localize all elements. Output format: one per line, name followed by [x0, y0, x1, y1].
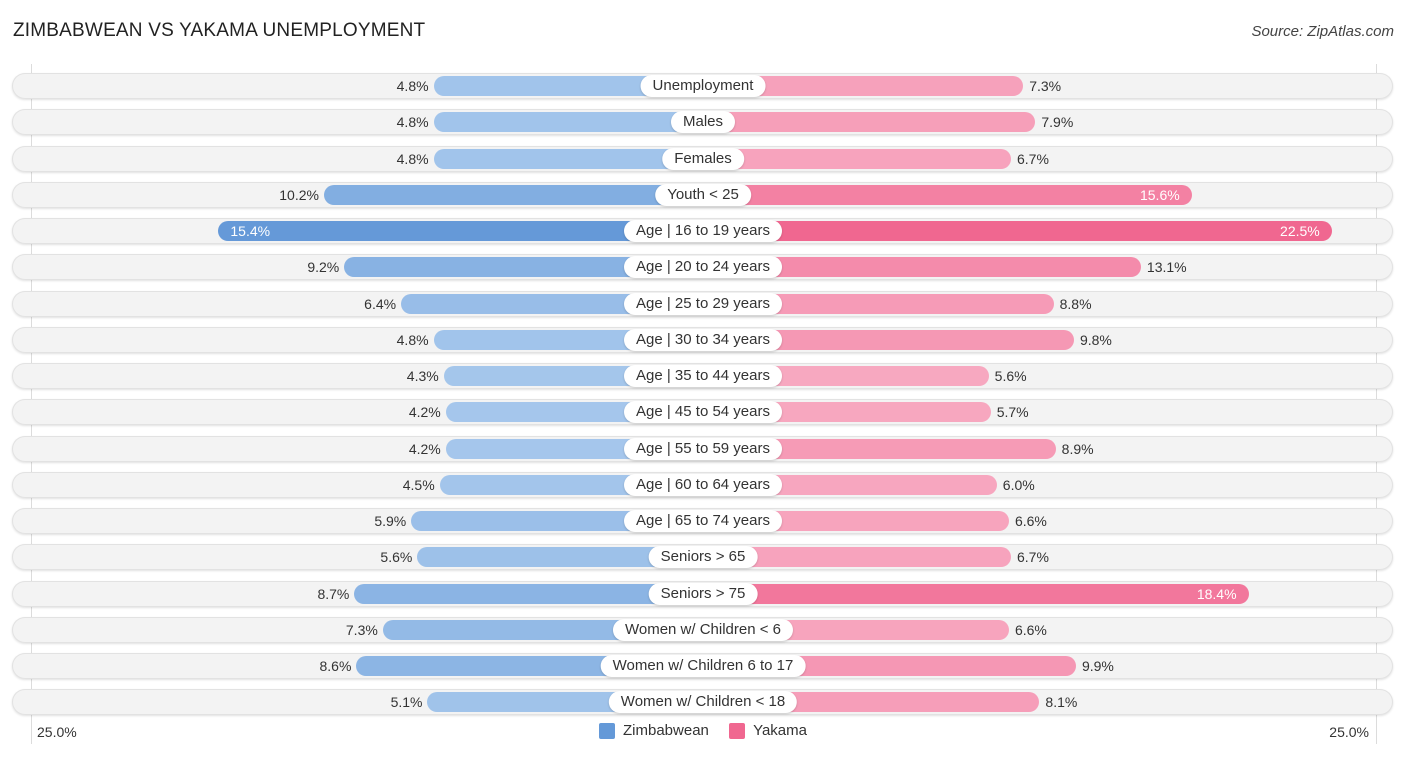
value-label-yakama: 7.3%: [1029, 78, 1062, 94]
value-label-zimbabwean: 4.8%: [396, 331, 429, 348]
bar-zimbabwean[interactable]: [433, 112, 703, 133]
value-label-zimbabwean: 7.3%: [345, 621, 378, 638]
legend-swatch-zimbabwean: [599, 722, 615, 739]
value-label-zimbabwean: 4.2%: [408, 404, 441, 421]
value-label-zimbabwean: 4.8%: [396, 114, 429, 131]
value-label-zimbabwean: 5.6%: [380, 549, 413, 566]
legend-label-zimbabwean: Zimbabwean: [623, 722, 709, 739]
category-label: Unemployment: [640, 75, 766, 97]
legend-item-zimbabwean[interactable]: Zimbabwean: [599, 722, 709, 739]
value-label-yakama: 6.7%: [1017, 150, 1049, 167]
category-label: Age | 60 to 64 years: [624, 473, 782, 496]
value-label-zimbabwean: 4.2%: [408, 440, 441, 457]
category-label: Males: [670, 111, 736, 134]
category-label: Women w/ Children < 18: [608, 691, 798, 714]
bar-yakama[interactable]: [703, 112, 1036, 133]
bar-yakama[interactable]: [703, 221, 1332, 241]
value-label-zimbabwean: 10.2%: [279, 186, 319, 203]
value-label-zimbabwean: 4.8%: [396, 78, 429, 94]
value-label-yakama: 9.9%: [1081, 658, 1114, 674]
value-label-yakama: 8.8%: [1059, 295, 1092, 312]
legend-label-yakama: Yakama: [753, 722, 807, 739]
value-label-zimbabwean: 4.8%: [396, 150, 429, 167]
category-label: Females: [662, 147, 744, 170]
value-label-zimbabwean: 4.3%: [406, 368, 439, 384]
category-label: Women w/ Children < 6: [612, 618, 794, 641]
value-label-zimbabwean: 8.6%: [319, 658, 352, 674]
value-label-zimbabwean: 8.7%: [317, 585, 350, 602]
value-label-yakama: 6.6%: [1014, 513, 1047, 529]
value-label-yakama: 5.7%: [996, 404, 1029, 421]
category-label: Youth < 25: [655, 183, 751, 206]
category-label: Seniors > 75: [648, 582, 758, 605]
category-label: Age | 65 to 74 years: [624, 510, 782, 532]
chart-title: ZIMBABWEAN VS YAKAMA UNEMPLOYMENT: [13, 20, 426, 41]
value-label-zimbabwean: 5.9%: [374, 513, 407, 529]
category-label: Age | 45 to 54 years: [624, 401, 782, 424]
value-label-yakama: 5.6%: [994, 368, 1027, 384]
bar-zimbabwean[interactable]: [323, 184, 703, 205]
legend: Zimbabwean Yakama: [0, 722, 1406, 743]
value-label-yakama: 8.9%: [1061, 440, 1094, 457]
value-label-yakama: 9.8%: [1079, 331, 1112, 348]
category-label: Seniors > 65: [648, 546, 758, 569]
legend-swatch-yakama: [729, 722, 746, 739]
category-label: Age | 20 to 24 years: [624, 256, 782, 279]
bar-yakama[interactable]: [703, 148, 1011, 169]
value-label-yakama: 7.9%: [1041, 114, 1074, 131]
value-label-zimbabwean: 5.1%: [390, 694, 423, 711]
value-label-yakama: 13.1%: [1146, 259, 1187, 276]
value-label-zimbabwean: 4.5%: [402, 476, 435, 493]
value-label-zimbabwean: 15.4%: [230, 223, 271, 239]
legend-item-yakama[interactable]: Yakama: [729, 722, 807, 739]
category-label: Age | 55 to 59 years: [624, 437, 782, 460]
value-label-zimbabwean: 6.4%: [364, 295, 397, 312]
category-label: Women w/ Children 6 to 17: [600, 655, 806, 677]
value-label-yakama: 6.6%: [1014, 621, 1047, 638]
value-label-yakama: 18.4%: [1196, 585, 1237, 602]
category-label: Age | 16 to 19 years: [624, 220, 782, 242]
value-label-zimbabwean: 9.2%: [307, 259, 340, 276]
value-label-yakama: 15.6%: [1139, 186, 1180, 203]
value-label-yakama: 22.5%: [1280, 223, 1320, 239]
bar-yakama[interactable]: [703, 583, 1249, 604]
value-label-yakama: 6.0%: [1002, 476, 1035, 493]
category-label: Age | 35 to 44 years: [624, 365, 782, 387]
value-label-yakama: 8.1%: [1045, 694, 1078, 711]
category-label: Age | 30 to 34 years: [624, 328, 782, 351]
value-label-yakama: 6.7%: [1017, 549, 1049, 566]
bar-yakama[interactable]: [703, 184, 1192, 205]
source-label: Source: ZipAtlas.com: [1251, 23, 1394, 40]
category-label: Age | 25 to 29 years: [624, 292, 782, 315]
